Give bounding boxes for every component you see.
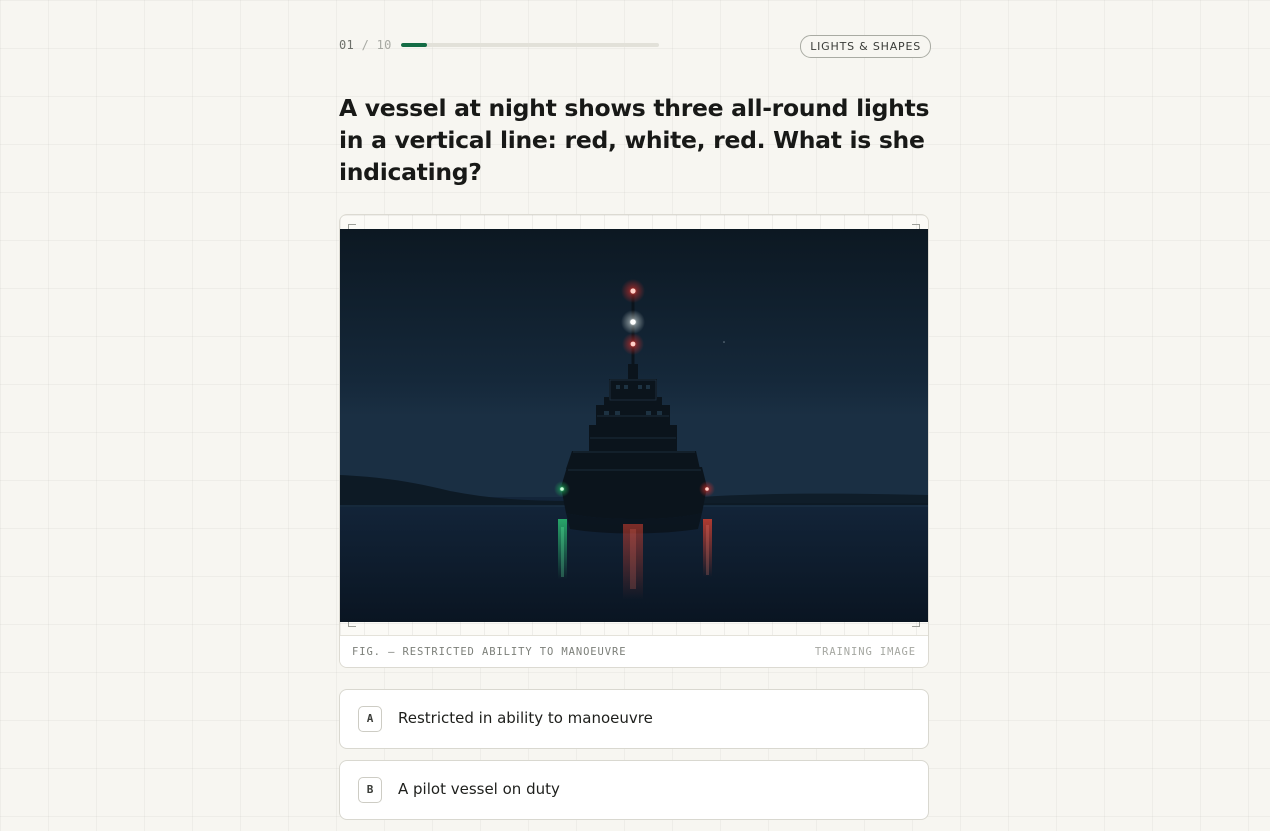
question-counter: 01 / 10 xyxy=(339,38,392,52)
counter-separator: / xyxy=(361,38,370,52)
answer-key-badge: B xyxy=(358,777,382,803)
figure-caption: FIG. — RESTRICTED ABILITY TO MANOEUVRE xyxy=(352,646,627,658)
progress-bar-fill xyxy=(401,43,427,47)
current-question-number: 01 xyxy=(339,38,355,52)
figure-card: FIG. — RESTRICTED ABILITY TO MANOEUVRE T… xyxy=(339,214,929,668)
answer-option-a[interactable]: A Restricted in ability to manoeuvre xyxy=(339,689,929,749)
figure-tag: TRAINING IMAGE xyxy=(814,646,916,658)
answer-option-b[interactable]: B A pilot vessel on duty xyxy=(339,760,929,820)
question-title: A vessel at night shows three all-round … xyxy=(339,94,930,186)
progress-bar xyxy=(401,43,659,47)
answer-key-badge: A xyxy=(358,706,382,732)
category-badge: LIGHTS & SHAPES xyxy=(800,35,931,58)
answer-label: A pilot vessel on duty xyxy=(398,780,560,798)
figure-caption-bar: FIG. — RESTRICTED ABILITY TO MANOEUVRE T… xyxy=(340,635,928,667)
vessel-night-photo xyxy=(340,229,928,622)
quiz-header: 01 / 10 LIGHTS & SHAPES xyxy=(339,0,931,92)
total-questions: 10 xyxy=(376,38,392,52)
answer-label: Restricted in ability to manoeuvre xyxy=(398,709,653,727)
answer-list: A Restricted in ability to manoeuvre B A… xyxy=(339,689,931,820)
quiz-container: 01 / 10 LIGHTS & SHAPES A vessel at nigh… xyxy=(339,0,931,831)
